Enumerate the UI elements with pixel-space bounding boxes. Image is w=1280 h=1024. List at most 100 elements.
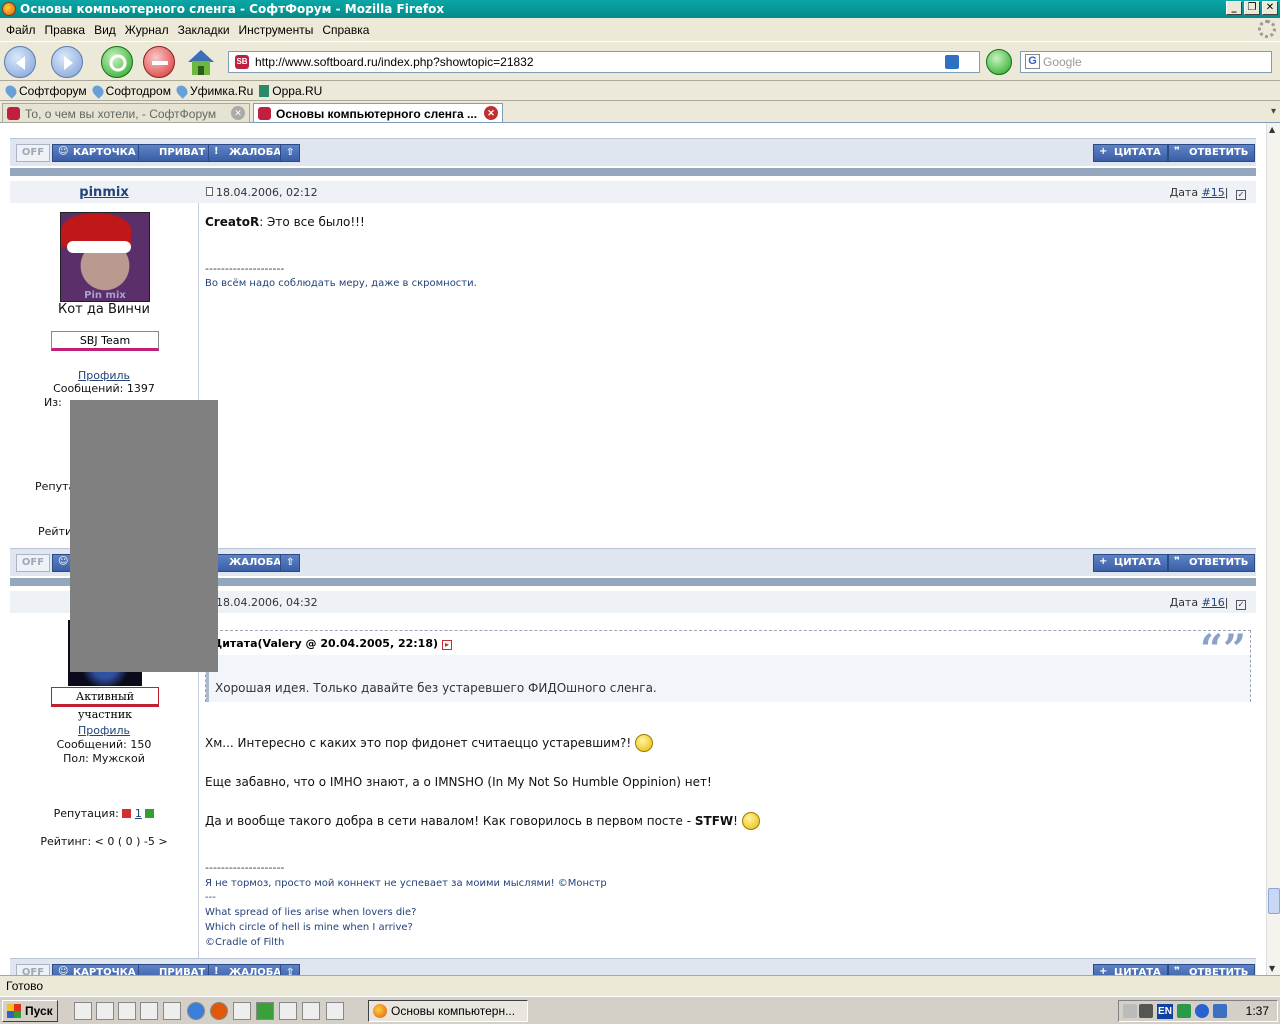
tray-app-icon[interactable]	[1177, 1004, 1191, 1018]
home-button[interactable]	[185, 46, 217, 78]
card-button[interactable]: ☺ КАРТОЧКА	[52, 964, 143, 975]
user-icon: ☺	[58, 556, 69, 567]
quicklaunch-document-icon[interactable]	[163, 1002, 181, 1020]
taskbar-firefox-window[interactable]: Основы компьютерн...	[368, 1000, 528, 1022]
post-number-link[interactable]: #15	[1202, 186, 1225, 199]
bookmark-label: Софтфорум	[19, 83, 87, 98]
tab-label: Основы компьютерного сленга ...	[276, 107, 478, 121]
avatar-caption: Pin mix	[84, 290, 126, 301]
post-line-1: Хм... Интересно с каких это пор фидонет …	[205, 736, 632, 750]
tab-current-topic[interactable]: Основы компьютерного сленга ... ✕	[253, 103, 503, 123]
reputation-value[interactable]: 1	[135, 807, 142, 820]
scroll-down-icon[interactable]: ▼	[1269, 964, 1275, 973]
tab-close-icon[interactable]: ✕	[484, 106, 498, 120]
forward-button[interactable]	[51, 46, 83, 78]
reply-button[interactable]: ❞ ОТВЕТИТЬ	[1168, 144, 1256, 162]
quicklaunch-image-icon[interactable]	[279, 1002, 297, 1020]
private-message-button[interactable]: ПРИВАТ	[138, 964, 213, 975]
quicklaunch-firefox-icon[interactable]	[210, 1002, 228, 1020]
author-name-link[interactable]: pinmix	[10, 185, 198, 200]
tray-utility-icon[interactable]	[1213, 1004, 1227, 1018]
quicklaunch-refresh-icon[interactable]	[96, 1002, 114, 1020]
scroll-up-icon[interactable]: ▲	[1269, 125, 1275, 134]
signature-line: ©Cradle of Filth	[205, 937, 285, 948]
rss-feed-icon[interactable]	[945, 55, 959, 69]
quicklaunch-pen-icon[interactable]	[326, 1002, 344, 1020]
quote-button[interactable]: + ЦИТАТА	[1093, 964, 1168, 975]
profile-link[interactable]: Профиль	[78, 724, 130, 737]
bookmark-label: Уфимка.Ru	[189, 83, 254, 98]
complaint-button[interactable]: !ЖАЛОБА	[208, 144, 289, 162]
scroll-top-button[interactable]: ⇧	[280, 144, 301, 162]
plus-icon: +	[1099, 556, 1108, 567]
quicklaunch-settings-icon[interactable]	[256, 1002, 274, 1020]
stop-button[interactable]	[143, 46, 175, 78]
rep-minus-icon[interactable]	[122, 809, 132, 818]
reload-button[interactable]	[101, 46, 133, 78]
menu-tools[interactable]: Инструменты	[239, 23, 314, 37]
private-message-button[interactable]: ПРИВАТ	[138, 144, 213, 162]
profile-link-wrap: Профиль	[10, 724, 198, 737]
quicklaunch-ie-icon[interactable]	[187, 1002, 205, 1020]
quote-button[interactable]: + ЦИТАТА	[1093, 144, 1168, 162]
tab-list-chevron-icon[interactable]: ▾	[1271, 106, 1276, 117]
complaint-label: ЖАЛОБА	[229, 967, 282, 975]
page-scrollbar[interactable]: ▲ ▼	[1266, 123, 1280, 975]
search-input[interactable]: G Google	[1020, 51, 1272, 73]
reply-label: ОТВЕТИТЬ	[1189, 557, 1249, 568]
start-button[interactable]: Пуск	[2, 1000, 58, 1022]
search-placeholder: Google	[1043, 55, 1082, 69]
up-arrow-icon: ⇧	[286, 967, 295, 975]
post-line-3-bold: STFW	[694, 814, 734, 828]
throbber-icon	[1258, 20, 1276, 38]
restore-button[interactable]: ❐	[1244, 1, 1260, 15]
quote-link-icon[interactable]: ▸	[442, 640, 452, 650]
scrollbar-thumb[interactable]	[1268, 888, 1280, 914]
close-button[interactable]: ✕	[1262, 1, 1278, 15]
quicklaunch-search-icon[interactable]	[140, 1002, 158, 1020]
reply-button[interactable]: ❞ ОТВЕТИТЬ	[1168, 964, 1256, 975]
alert-icon: !	[214, 966, 219, 976]
menu-edit[interactable]: Правка	[45, 23, 86, 37]
bookmark-oppa[interactable]: Oppa.RU	[259, 84, 322, 98]
language-indicator[interactable]: EN	[1157, 1004, 1173, 1019]
reply-label: ОТВЕТИТЬ	[1189, 147, 1249, 158]
card-button[interactable]: ☺ КАРТОЧКА	[52, 144, 143, 162]
rank-badge: Активный участник	[51, 687, 159, 721]
quicklaunch-app-icon[interactable]	[118, 1002, 136, 1020]
menu-bookmarks[interactable]: Закладки	[178, 23, 230, 37]
profile-link[interactable]: Профиль	[78, 369, 130, 382]
bookmark-softodrom[interactable]: Софтодром	[89, 82, 171, 99]
network-icon[interactable]	[1139, 1004, 1153, 1018]
signature-line: Which circle of hell is mine when I arri…	[205, 922, 413, 933]
tab-previous-topic[interactable]: То, о чем вы хотели, - СофтФорум ✕	[2, 103, 250, 123]
quote-button[interactable]: + ЦИТАТА	[1093, 554, 1168, 572]
menu-view[interactable]: Вид	[94, 23, 116, 37]
select-post-checkbox[interactable]: ✓	[1236, 600, 1246, 610]
quicklaunch-book-icon[interactable]	[302, 1002, 320, 1020]
go-button[interactable]	[986, 49, 1012, 75]
minimize-button[interactable]: _	[1226, 1, 1242, 15]
quicklaunch-tool-icon[interactable]	[233, 1002, 251, 1020]
scroll-top-button[interactable]: ⇧	[280, 554, 301, 572]
bookmark-ufimka[interactable]: Уфимка.Ru	[174, 82, 254, 99]
back-button[interactable]	[4, 46, 36, 78]
reply-button[interactable]: ❞ ОТВЕТИТЬ	[1168, 554, 1256, 572]
post-line-3: Да и вообще такого добра в сети навалом!…	[205, 814, 695, 828]
select-post-checkbox[interactable]: ✓	[1236, 190, 1246, 200]
quicklaunch-desktop-icon[interactable]	[74, 1002, 92, 1020]
post-number-link[interactable]: #16	[1202, 596, 1225, 609]
quote-label: ЦИТАТА	[1114, 147, 1161, 158]
tab-close-icon[interactable]: ✕	[231, 106, 245, 120]
menu-file[interactable]: Файл	[6, 23, 36, 37]
menu-history[interactable]: Журнал	[125, 23, 169, 37]
help-icon[interactable]	[1195, 1004, 1209, 1018]
complaint-button[interactable]: !ЖАЛОБА	[208, 554, 289, 572]
volume-icon[interactable]	[1123, 1004, 1137, 1018]
complaint-button[interactable]: ! ЖАЛОБА	[208, 964, 289, 976]
bookmark-softforum[interactable]: Софтфорум	[3, 82, 87, 99]
rep-plus-icon[interactable]	[145, 809, 155, 818]
scroll-top-button[interactable]: ⇧	[280, 964, 301, 975]
menu-help[interactable]: Справка	[322, 23, 369, 37]
url-field[interactable]: SB http://www.softboard.ru/index.php?sho…	[228, 51, 980, 73]
